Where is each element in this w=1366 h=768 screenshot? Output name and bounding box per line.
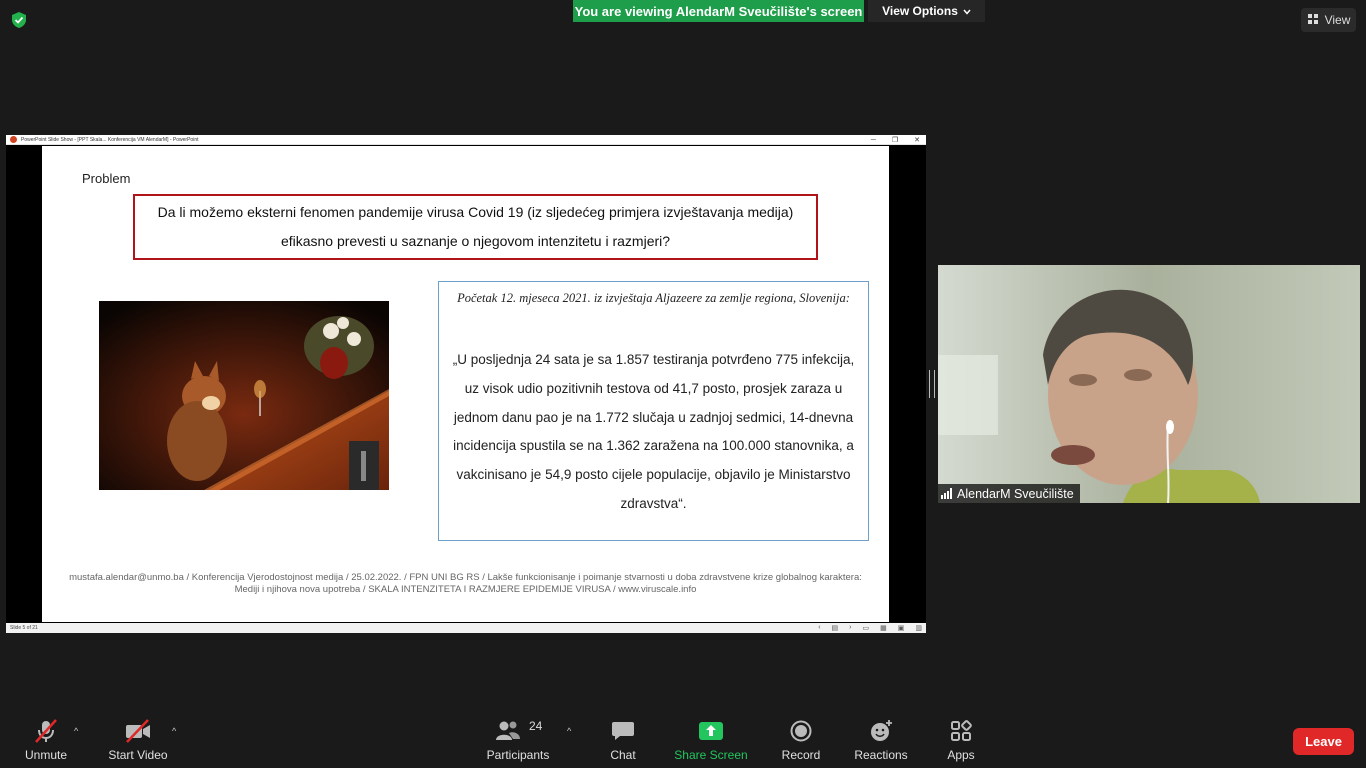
unmute-button[interactable]: Unmute xyxy=(20,716,72,768)
leave-label: Leave xyxy=(1305,734,1342,749)
participants-icon: 24 xyxy=(495,718,543,744)
participant-name-tag: AlendarM Sveučilište xyxy=(938,484,1080,503)
reading-view-icon[interactable]: ▣ xyxy=(898,624,905,632)
slide-footer: mustafa.alendar@unmo.ba / Konferencija V… xyxy=(60,572,871,596)
question-text: Da li možemo eksterni fenomen pandemije … xyxy=(157,204,794,249)
viewing-screen-banner: You are viewing AlendarM Sveučilište's s… xyxy=(573,0,864,22)
encryption-shield-icon[interactable] xyxy=(10,11,28,29)
quote-text: „U posljednja 24 sata je sa 1.857 testir… xyxy=(452,352,855,511)
share-screen-icon xyxy=(697,718,725,744)
apps-icon xyxy=(947,718,975,744)
split-resize-handle[interactable] xyxy=(929,370,935,398)
shared-screen: PowerPoint Slide Show - [PPT Skala... Ko… xyxy=(6,135,926,633)
view-options-button[interactable]: View Options xyxy=(868,0,985,22)
question-box: Da li možemo eksterni fenomen pandemije … xyxy=(133,194,818,260)
audio-options-caret-icon[interactable]: ^ xyxy=(74,726,78,736)
meeting-toolbar: Unmute ^ Start Video ^ 24 Participants ^ xyxy=(0,716,1366,768)
footer-line-2: Mediji i njihova nova upotreba / SKALA I… xyxy=(234,584,697,595)
chevron-down-icon xyxy=(963,4,971,18)
record-button[interactable]: Record xyxy=(779,716,823,768)
grid-view-icon xyxy=(1307,13,1319,28)
participant-video[interactable]: AlendarM Sveučilište xyxy=(938,265,1360,503)
banner-text: You are viewing AlendarM Sveučilište's s… xyxy=(574,3,863,19)
restore-icon[interactable]: ❐ xyxy=(892,136,898,144)
slide-counter: Slide 5 of 21 xyxy=(10,625,38,631)
ppt-statusbar: Slide 5 of 21 ‹ ▤ › ▭ ▦ ▣ ▥ xyxy=(6,623,926,633)
presentation-slide: Problem Da li možemo eksterni fenomen pa… xyxy=(42,146,889,622)
apps-button[interactable]: Apps xyxy=(944,716,978,768)
powerpoint-icon xyxy=(10,136,17,143)
reactions-icon xyxy=(867,718,895,744)
slide-heading: Problem xyxy=(82,171,131,186)
previous-slide-icon[interactable]: ‹ xyxy=(818,624,820,632)
next-slide-icon[interactable]: › xyxy=(849,624,851,632)
slide-menu-icon[interactable]: ▤ xyxy=(832,624,839,632)
record-icon xyxy=(787,718,815,744)
view-button[interactable]: View xyxy=(1301,8,1356,32)
quote-box: Početak 12. mjeseca 2021. iz izvještaja … xyxy=(438,281,869,541)
ppt-window-title: PowerPoint Slide Show - [PPT Skala... Ko… xyxy=(21,136,199,143)
start-video-label: Start Video xyxy=(108,748,168,762)
apps-label: Apps xyxy=(947,748,975,762)
leave-button[interactable]: Leave xyxy=(1293,728,1354,755)
record-label: Record xyxy=(781,748,821,762)
chat-button[interactable]: Chat xyxy=(605,716,641,768)
dog-at-bar-photo xyxy=(99,301,389,490)
chat-label: Chat xyxy=(610,748,636,762)
connection-signal-icon xyxy=(941,488,952,499)
ppt-titlebar: PowerPoint Slide Show - [PPT Skala... Ko… xyxy=(6,135,926,145)
normal-view-icon[interactable]: ▭ xyxy=(863,624,870,632)
view-label: View xyxy=(1324,13,1351,27)
reactions-label: Reactions xyxy=(854,748,908,762)
participants-button[interactable]: 24 Participants xyxy=(485,716,551,768)
footer-line-1: mustafa.alendar@unmo.ba / Konferencija V… xyxy=(69,572,862,583)
share-screen-button[interactable]: Share Screen xyxy=(674,716,748,768)
participant-name: AlendarM Sveučilište xyxy=(957,486,1074,501)
muted-microphone-icon xyxy=(32,718,60,744)
chat-icon xyxy=(609,718,637,744)
view-options-label: View Options xyxy=(882,4,958,18)
participants-options-caret-icon[interactable]: ^ xyxy=(567,726,571,736)
minimize-icon[interactable]: ─ xyxy=(871,137,876,144)
participants-count: 24 xyxy=(529,719,543,733)
quote-source: Početak 12. mjeseca 2021. iz izvještaja … xyxy=(457,291,850,305)
unmute-label: Unmute xyxy=(24,748,68,762)
slide-sorter-icon[interactable]: ▦ xyxy=(880,624,887,632)
video-options-caret-icon[interactable]: ^ xyxy=(172,726,176,736)
participants-label: Participants xyxy=(486,748,550,762)
reactions-button[interactable]: Reactions xyxy=(852,716,910,768)
video-off-icon xyxy=(124,718,152,744)
slideshow-icon[interactable]: ▥ xyxy=(915,624,922,632)
start-video-button[interactable]: Start Video xyxy=(106,716,170,768)
close-icon[interactable]: ✕ xyxy=(914,136,920,144)
share-screen-label: Share Screen xyxy=(674,748,748,762)
